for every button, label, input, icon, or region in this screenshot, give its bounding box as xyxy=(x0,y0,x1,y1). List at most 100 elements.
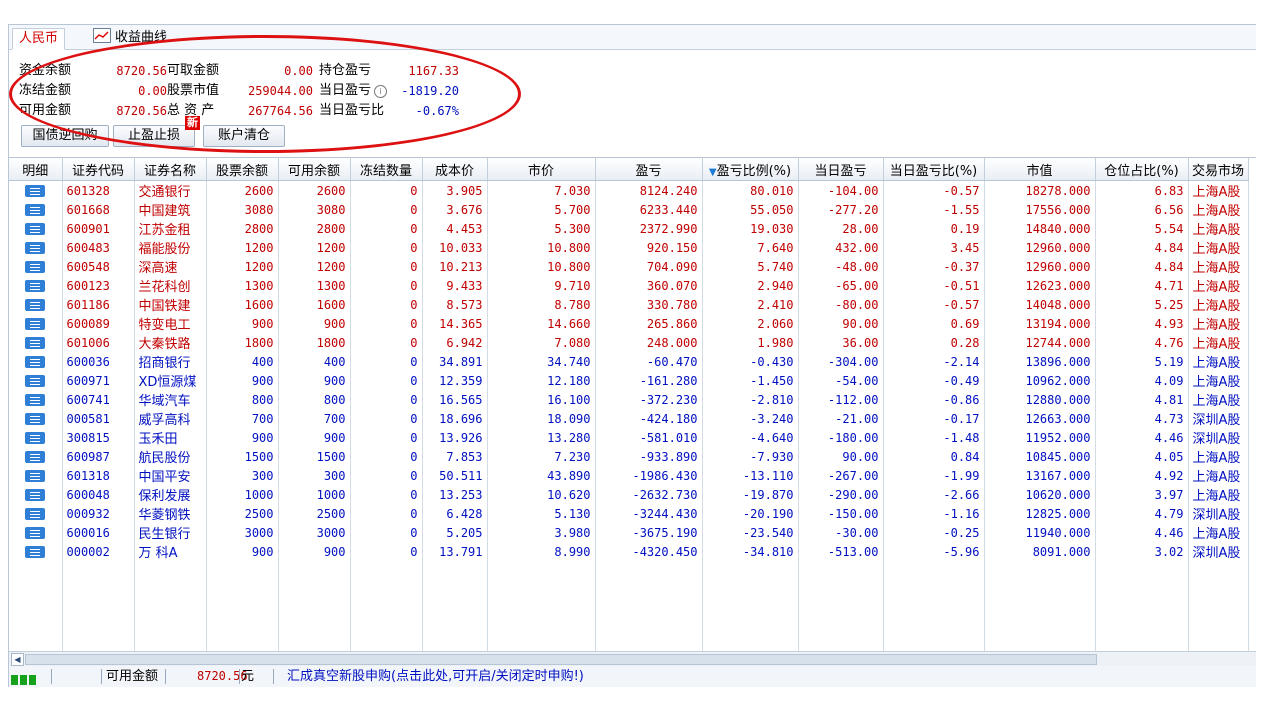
table-row[interactable]: 601668 中国建筑 3080 3080 0 3.676 5.700 6233.440 55.… xyxy=(9,200,1249,219)
column-header[interactable]: ▼盈亏比例(%) xyxy=(702,158,799,181)
cell-balance: 2600 xyxy=(206,180,279,200)
table-row[interactable]: 000581 威孚高科 700 700 0 18.696 18.090 -424.180 -3.… xyxy=(9,409,1249,428)
detail-list-icon[interactable] xyxy=(25,242,46,254)
detail-cell[interactable] xyxy=(9,409,63,428)
scroll-left-icon[interactable]: ◀ xyxy=(11,653,24,666)
table-row[interactable]: 000932 华菱钢铁 2500 2500 0 6.428 5.130 -3244.430 -2… xyxy=(9,504,1249,523)
detail-cell[interactable] xyxy=(9,352,63,371)
detail-list-icon[interactable] xyxy=(25,470,46,482)
table-row[interactable]: 600016 民生银行 3000 3000 0 5.205 3.980 -3675.190 -2… xyxy=(9,523,1249,542)
cell-pnl: -161.280 xyxy=(595,371,703,390)
detail-list-icon[interactable] xyxy=(25,185,46,197)
cell-value: 12825.000 xyxy=(984,504,1096,523)
column-header[interactable]: 市价 xyxy=(487,158,596,181)
cell-cost: 34.891 xyxy=(422,352,488,371)
line-chart-icon xyxy=(93,28,111,43)
table-row[interactable]: 600089 特变电工 900 900 0 14.365 14.660 265.860 2.06… xyxy=(9,314,1249,333)
detail-list-icon[interactable] xyxy=(25,356,46,368)
table-row[interactable]: 601186 中国铁建 1600 1600 0 8.573 8.780 330.780 2.41… xyxy=(9,295,1249,314)
column-header[interactable]: 证券代码 xyxy=(62,158,135,181)
detail-list-icon[interactable] xyxy=(25,375,46,387)
cell-price: 18.090 xyxy=(487,409,596,428)
table-row[interactable]: 600483 福能股份 1200 1200 0 10.033 10.800 920.150 7.… xyxy=(9,238,1249,257)
cell-pnl-pct: 7.640 xyxy=(702,238,799,257)
table-row[interactable]: 000002 万 科A 900 900 0 13.791 8.990 -4320.450 -34… xyxy=(9,542,1249,561)
cell-day-pnl: -267.00 xyxy=(798,466,884,485)
column-header[interactable]: 盈亏 xyxy=(595,158,703,181)
detail-cell[interactable] xyxy=(9,523,63,542)
detail-list-icon[interactable] xyxy=(25,394,46,406)
detail-cell[interactable] xyxy=(9,295,63,314)
column-header[interactable]: 当日盈亏比(%) xyxy=(883,158,985,181)
detail-cell[interactable] xyxy=(9,333,63,352)
column-header[interactable]: 证券名称 xyxy=(134,158,207,181)
detail-cell[interactable] xyxy=(9,314,63,333)
detail-list-icon[interactable] xyxy=(25,299,46,311)
cell-value: 12960.000 xyxy=(984,257,1096,276)
detail-cell[interactable] xyxy=(9,219,63,238)
column-header[interactable]: 仓位占比(%) xyxy=(1095,158,1189,181)
table-row[interactable]: 300815 玉禾田 900 900 0 13.926 13.280 -581.010 -4.6… xyxy=(9,428,1249,447)
table-row[interactable]: 600741 华域汽车 800 800 0 16.565 16.100 -372.230 -2.… xyxy=(9,390,1249,409)
detail-list-icon[interactable] xyxy=(25,508,46,520)
ipo-subscribe-link[interactable]: 汇成真空新股申购(点击此处,可开启/关闭定时申购!) xyxy=(287,666,584,687)
cell-value: 10962.000 xyxy=(984,371,1096,390)
detail-cell[interactable] xyxy=(9,371,63,390)
table-row[interactable]: 600987 航民股份 1500 1500 0 7.853 7.230 -933.890 -7.… xyxy=(9,447,1249,466)
detail-list-icon[interactable] xyxy=(25,204,46,216)
detail-list-icon[interactable] xyxy=(25,413,46,425)
detail-cell[interactable] xyxy=(9,257,63,276)
scroll-thumb[interactable] xyxy=(25,654,1097,665)
reverse-repo-button[interactable]: 国债逆回购 xyxy=(21,125,109,147)
detail-list-icon[interactable] xyxy=(25,489,46,501)
detail-cell[interactable] xyxy=(9,200,63,219)
detail-cell[interactable] xyxy=(9,390,63,409)
column-header[interactable]: 交易市场 xyxy=(1188,158,1249,181)
table-row[interactable]: 600123 兰花科创 1300 1300 0 9.433 9.710 360.070 2.94… xyxy=(9,276,1249,295)
detail-list-icon[interactable] xyxy=(25,223,46,235)
table-row[interactable]: 600971 XD恒源煤 900 900 0 12.359 12.180 -161.280 -1… xyxy=(9,371,1249,390)
detail-cell[interactable] xyxy=(9,485,63,504)
detail-cell[interactable] xyxy=(9,238,63,257)
table-row[interactable]: 601318 中国平安 300 300 0 50.511 43.890 -1986.430 -1… xyxy=(9,466,1249,485)
cell-code: 600741 xyxy=(62,390,135,409)
detail-cell[interactable] xyxy=(9,542,63,561)
tab-profit-curve[interactable]: 收益曲线 xyxy=(87,28,173,48)
detail-cell[interactable] xyxy=(9,276,63,295)
detail-cell[interactable] xyxy=(9,504,63,523)
table-row[interactable]: 601006 大秦铁路 1800 1800 0 6.942 7.080 248.000 1.98… xyxy=(9,333,1249,352)
stop-profit-loss-button[interactable]: 止盈止损 xyxy=(113,125,195,147)
detail-cell[interactable] xyxy=(9,447,63,466)
detail-list-icon[interactable] xyxy=(25,261,46,273)
table-row[interactable]: 600901 江苏金租 2800 2800 0 4.453 5.300 2372.990 19.… xyxy=(9,219,1249,238)
horizontal-scrollbar[interactable]: ◀ xyxy=(9,651,1256,666)
table-row[interactable]: 600048 保利发展 1000 1000 0 13.253 10.620 -2632.730… xyxy=(9,485,1249,504)
cell-cost: 10.213 xyxy=(422,257,488,276)
column-header[interactable]: 冻结数量 xyxy=(350,158,423,181)
column-header[interactable]: 成本价 xyxy=(422,158,488,181)
cell-price: 9.710 xyxy=(487,276,596,295)
column-header[interactable]: 明细 xyxy=(9,158,63,181)
column-header[interactable]: 当日盈亏 xyxy=(798,158,884,181)
detail-cell[interactable] xyxy=(9,466,63,485)
column-header[interactable]: 市值 xyxy=(984,158,1096,181)
detail-list-icon[interactable] xyxy=(25,527,46,539)
column-header[interactable]: 股票余额 xyxy=(206,158,279,181)
empty-cell xyxy=(487,561,596,662)
detail-cell[interactable] xyxy=(9,428,63,447)
tab-rmb[interactable]: 人民币 xyxy=(12,28,66,50)
cell-value: 18278.000 xyxy=(984,180,1096,200)
column-header[interactable]: 可用余额 xyxy=(278,158,351,181)
detail-list-icon[interactable] xyxy=(25,432,46,444)
cell-price: 7.080 xyxy=(487,333,596,352)
clear-account-button[interactable]: 账户清仓 xyxy=(203,125,285,147)
detail-list-icon[interactable] xyxy=(25,280,46,292)
table-row[interactable]: 601328 交通银行 2600 2600 0 3.905 7.030 8124.240 80.… xyxy=(9,180,1249,200)
detail-list-icon[interactable] xyxy=(25,318,46,330)
table-row[interactable]: 600036 招商银行 400 400 0 34.891 34.740 -60.470 -0.4… xyxy=(9,352,1249,371)
detail-list-icon[interactable] xyxy=(25,337,46,349)
detail-list-icon[interactable] xyxy=(25,546,46,558)
table-row[interactable]: 600548 深高速 1200 1200 0 10.213 10.800 704.090 5.7… xyxy=(9,257,1249,276)
detail-list-icon[interactable] xyxy=(25,451,46,463)
detail-cell[interactable] xyxy=(9,180,63,200)
